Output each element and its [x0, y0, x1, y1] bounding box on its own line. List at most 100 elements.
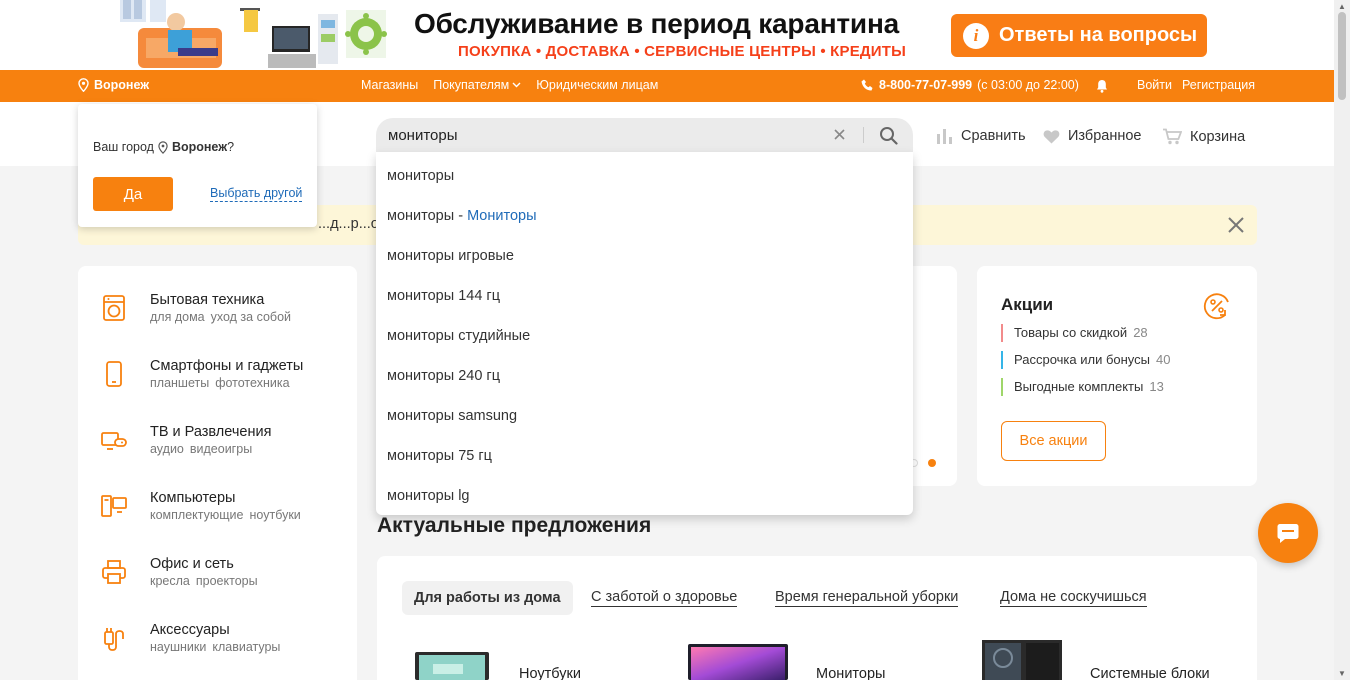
city-name: Воронеж: [94, 78, 150, 92]
catalog-subitem[interactable]: проекторы: [196, 574, 258, 588]
catalog-item-computers[interactable]: Компьютеры комплектующие ноутбуки: [100, 490, 301, 523]
promo-row-discount[interactable]: Товары со скидкой 28: [1001, 324, 1148, 342]
search-divider: [863, 127, 864, 143]
phone-number: 8-800-77-07-999: [879, 78, 973, 92]
close-icon[interactable]: [1227, 216, 1245, 234]
scroll-up-arrow[interactable]: ▲: [1338, 2, 1346, 11]
favorites-link[interactable]: Избранное: [1043, 128, 1141, 144]
catalog-subitem[interactable]: аудио: [150, 442, 184, 456]
catalog-subitem[interactable]: ноутбуки: [250, 508, 301, 522]
bell-icon[interactable]: [1096, 79, 1108, 93]
search-icon[interactable]: [879, 126, 898, 145]
chat-icon: [1277, 524, 1299, 543]
catalog-item-smartphones[interactable]: Смартфоны и гаджеты планшеты фототехника: [100, 358, 303, 391]
tab-work-from-home[interactable]: Для работы из дома: [402, 581, 573, 615]
phone-block[interactable]: 8-800-77-07-999 (с 03:00 до 22:00): [861, 78, 1079, 92]
nav-link-legal[interactable]: Юридическим лицам: [536, 78, 658, 92]
catalog-item-title: Компьютеры: [150, 490, 236, 506]
suggestion-item[interactable]: мониторы 240 гц: [376, 352, 913, 392]
catalog-subitem[interactable]: уход за собой: [211, 310, 291, 324]
search-box: [376, 118, 913, 152]
top-nav: Воронеж Магазины Покупателям Юридическим…: [0, 70, 1334, 102]
cart-label: Корзина: [1190, 128, 1246, 145]
catalog-subitem[interactable]: для дома: [150, 310, 205, 324]
carousel-dot-active[interactable]: [928, 459, 936, 467]
city-question: Ваш город Воронеж?: [93, 140, 234, 154]
catalog-subitem[interactable]: наушники: [150, 640, 206, 654]
suggestion-text: мониторы samsung: [387, 408, 518, 424]
suggestion-text: мониторы 75 гц: [387, 448, 492, 464]
search-input[interactable]: [388, 118, 818, 152]
login-link[interactable]: Войти: [1137, 78, 1172, 92]
scroll-down-arrow[interactable]: ▼: [1338, 669, 1346, 678]
suggestion-item[interactable]: мониторы 75 гц: [376, 432, 913, 472]
tab-health[interactable]: С заботой о здоровье: [591, 581, 738, 615]
promo-row-label: Рассрочка или бонусы: [1014, 352, 1151, 367]
product-name: Системные блоки: [1090, 666, 1210, 680]
suggestion-text: мониторы: [387, 168, 455, 184]
suggestion-item[interactable]: мониторы: [376, 152, 913, 192]
nav-link-customers[interactable]: Покупателям: [433, 78, 521, 92]
product-tile-system-units[interactable]: Системные блоки: [982, 640, 1210, 680]
city-question-city: Воронеж: [171, 140, 228, 154]
faq-button[interactable]: i Ответы на вопросы: [951, 14, 1207, 57]
cart-link[interactable]: Корзина: [1162, 128, 1245, 145]
tab-cleaning[interactable]: Время генеральной уборки: [775, 581, 959, 615]
catalog-item-accessories[interactable]: Аксессуары наушники клавиатуры: [100, 622, 280, 655]
catalog-subitem[interactable]: комплектующие: [150, 508, 244, 522]
page-scrollbar[interactable]: ▲ ▼: [1334, 0, 1350, 680]
city-selector[interactable]: Воронеж: [78, 78, 149, 92]
suggestion-item[interactable]: мониторы samsung: [376, 392, 913, 432]
chat-button[interactable]: [1258, 503, 1318, 563]
promo-row-installment[interactable]: Рассрочка или бонусы 40: [1001, 351, 1170, 369]
cart-icon: [1163, 128, 1182, 145]
catalog-item-office[interactable]: Офис и сеть кресла проекторы: [100, 556, 258, 589]
suggestion-item[interactable]: мониторы студийные: [376, 312, 913, 352]
promotions-card: Акции Товары со скидкой 28 Рассрочка или …: [977, 266, 1257, 486]
choose-other-city-link[interactable]: Выбрать другой: [210, 186, 303, 202]
offers-panel: Для работы из дома С заботой о здоровье …: [377, 556, 1257, 680]
product-tile-monitors[interactable]: Мониторы: [688, 640, 885, 680]
catalog-subitem[interactable]: планшеты: [150, 376, 209, 390]
catalog-item-title: Бытовая техника: [150, 292, 265, 308]
compare-link[interactable]: Сравнить: [935, 128, 1026, 144]
product-name: Ноутбуки: [519, 666, 581, 680]
promo-banner[interactable]: Обслуживание в период карантина ПОКУПКА …: [0, 0, 1334, 70]
city-question-prefix: Ваш город: [93, 140, 154, 154]
catalog-subitem[interactable]: видеоигры: [190, 442, 252, 456]
auth-links: Войти Регистрация: [1137, 78, 1255, 92]
promo-row-label: Выгодные комплекты: [1014, 379, 1144, 394]
phone-hours: (с 03:00 до 22:00): [977, 78, 1079, 92]
catalog-item-tv[interactable]: ТВ и Развлечения аудио видеоигры: [100, 424, 271, 457]
register-link[interactable]: Регистрация: [1182, 78, 1255, 92]
product-tile-laptops[interactable]: Ноутбуки: [413, 640, 581, 680]
tab-entertainment[interactable]: Дома не соскучишься: [1000, 581, 1147, 615]
promo-row-label: Товары со скидкой: [1014, 325, 1128, 340]
suggestion-text: мониторы студийные: [387, 328, 531, 344]
clear-search-icon[interactable]: [833, 128, 846, 141]
laptop-image: [415, 652, 489, 680]
catalog-subitem[interactable]: клавиатуры: [212, 640, 280, 654]
nav-link-stores[interactable]: Магазины: [361, 78, 418, 92]
compare-icon: [937, 129, 952, 144]
washing-machine-icon: [103, 295, 125, 321]
top-nav-links: Магазины Покупателям Юридическим лицам: [361, 78, 658, 92]
promo-row-bundles[interactable]: Выгодные комплекты 13: [1001, 378, 1164, 396]
smartphone-icon: [106, 361, 122, 387]
suggestion-item[interactable]: мониторы игровые: [376, 232, 913, 272]
catalog-item-appliances[interactable]: Бытовая техника для дома уход за собой: [100, 292, 291, 325]
all-promotions-button[interactable]: Все акции: [1001, 421, 1106, 461]
quarantine-illustration: [120, 0, 387, 68]
suggestion-item[interactable]: мониторы - Мониторы: [376, 192, 913, 232]
catalog-item-title: Офис и сеть: [150, 556, 234, 572]
discount-percent-icon: [1203, 293, 1229, 320]
scrollbar-thumb[interactable]: [1338, 12, 1346, 100]
catalog-subitem[interactable]: фототехника: [215, 376, 289, 390]
catalog-item-title: Смартфоны и гаджеты: [150, 358, 304, 374]
confirm-city-button[interactable]: Да: [93, 177, 173, 211]
search-suggestions: мониторы мониторы - Мониторы мониторы иг…: [376, 152, 913, 515]
suggestion-item[interactable]: мониторы 144 гц: [376, 272, 913, 312]
tab-label: С заботой о здоровье: [591, 589, 738, 607]
suggestion-item[interactable]: мониторы lg: [376, 472, 913, 512]
catalog-subitem[interactable]: кресла: [150, 574, 190, 588]
